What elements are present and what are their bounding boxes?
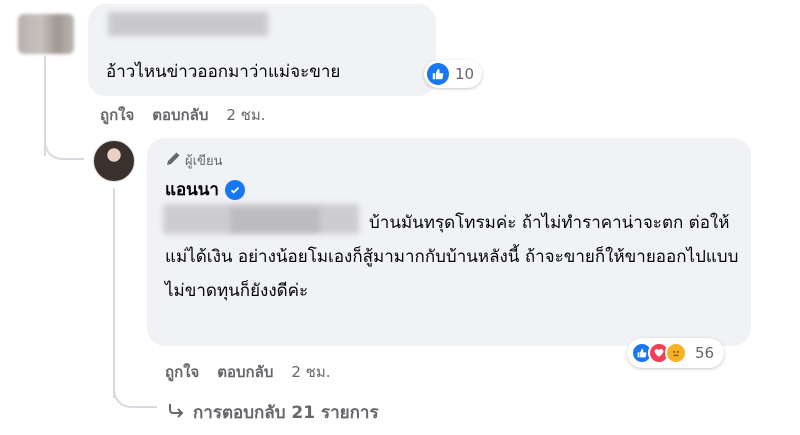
like-link[interactable]: ถูกใจ: [165, 360, 199, 384]
author-name[interactable]: แอนนา: [165, 176, 245, 203]
thread-connector: [44, 120, 84, 160]
avatar-blurred[interactable]: [18, 14, 74, 54]
reaction-summary[interactable]: 10: [424, 60, 483, 88]
reply-link[interactable]: ตอบกลับ: [152, 103, 208, 127]
pencil-icon: [165, 151, 181, 171]
reaction-summary[interactable]: 56: [627, 338, 725, 368]
more-replies-label[interactable]: การตอบกลับ 21 รายการ: [193, 399, 379, 426]
reply-link[interactable]: ตอบกลับ: [217, 360, 273, 384]
reply-arrow-icon: [167, 401, 185, 424]
author-name-text[interactable]: แอนนา: [165, 176, 219, 203]
timestamp[interactable]: 2 ชม.: [291, 360, 330, 384]
reply-text: บ้านมันทรุดโทรมค่ะ ถ้าไม่ทำราคาน่าจะตก ต…: [165, 213, 739, 301]
thumbs-up-icon: [427, 63, 449, 85]
thread-line-reply: [113, 188, 115, 398]
timestamp[interactable]: 2 ชม.: [226, 103, 265, 127]
reaction-icons: [631, 342, 691, 364]
comment-actions: ถูกใจ ตอบกลับ 2 ชม.: [100, 103, 266, 127]
view-more-replies-link[interactable]: การตอบกลับ 21 รายการ: [167, 399, 379, 426]
like-link[interactable]: ถูกใจ: [100, 103, 134, 127]
author-badge: ผู้เขียน: [165, 150, 222, 171]
avatar[interactable]: [93, 140, 135, 182]
blurred-commenter-name[interactable]: [108, 12, 268, 36]
reaction-count: 10: [455, 65, 475, 83]
thread-connector-reply: [113, 372, 157, 408]
verified-badge-icon: [224, 179, 245, 200]
reply-actions: ถูกใจ ตอบกลับ 2 ชม.: [165, 360, 331, 384]
author-label: ผู้เขียน: [185, 154, 223, 169]
reaction-count: 56: [695, 344, 715, 362]
sad-face-icon: [665, 342, 687, 364]
comment-text: อ้าวไหนข่าวออกมาว่าแม่จะขาย: [106, 62, 341, 82]
